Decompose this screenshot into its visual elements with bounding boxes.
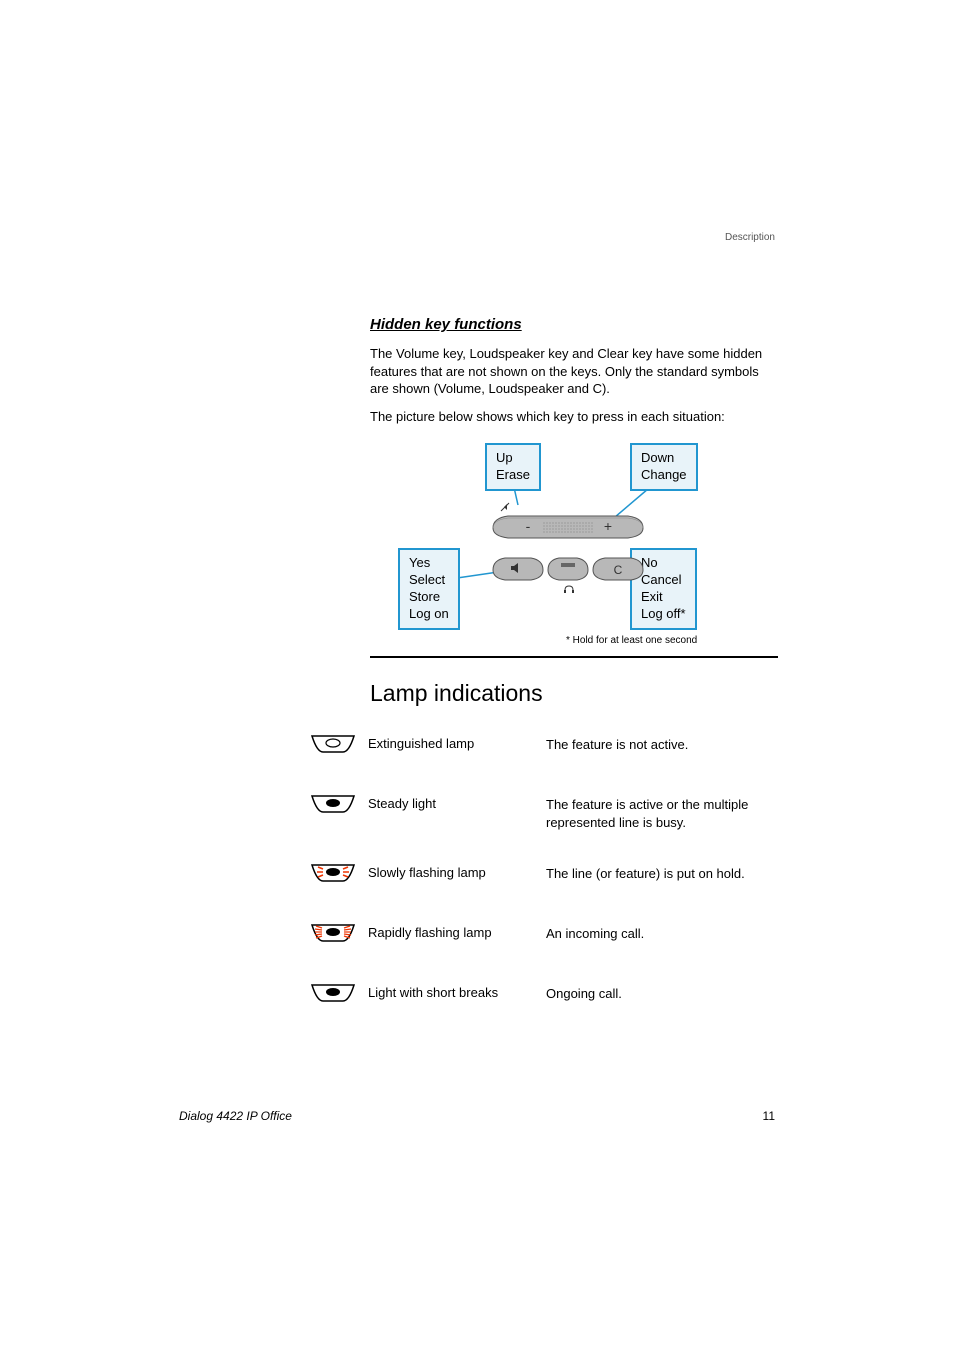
callout-yes-l2: Select (409, 572, 449, 589)
footer-title: Dialog 4422 IP Office (179, 1109, 292, 1123)
lamp-section: Lamp indications (370, 680, 543, 735)
lamp-label: Slowly flashing lamp (368, 863, 546, 880)
lamp-label: Extinguished lamp (368, 734, 546, 751)
page: Description Hidden key functions The Vol… (0, 0, 954, 1351)
lamp-desc: The line (or feature) is put on hold. (546, 863, 778, 883)
callout-no-l4: Log off* (641, 606, 686, 623)
lamp-desc: The feature is active or the multiple re… (546, 794, 778, 831)
phone-key-illustration: - + (483, 498, 653, 598)
hidden-key-title: Hidden key functions (370, 316, 778, 333)
callout-yes-l4: Log on (409, 606, 449, 623)
lamp-row-short-breaks: Light with short breaks Ongoing call. (298, 983, 778, 1011)
lamp-desc: An incoming call. (546, 923, 778, 943)
clear-key-label: C (614, 563, 623, 577)
plus-label: + (604, 518, 612, 534)
lamp-table: Extinguished lamp The feature is not act… (298, 734, 778, 1043)
lamp-label: Rapidly flashing lamp (368, 923, 546, 940)
callout-yes-l3: Store (409, 589, 449, 606)
minus-label: - (526, 518, 531, 534)
key-diagram: Up Erase Down Change Yes Select Store Lo… (398, 443, 758, 653)
lamp-desc: The feature is not active. (546, 734, 778, 754)
headset-icon (564, 586, 574, 593)
lamp-heading: Lamp indications (370, 680, 543, 707)
main-content: Hidden key functions The Volume key, Lou… (370, 316, 778, 653)
page-header: Description (725, 232, 775, 243)
callout-yes-l1: Yes (409, 555, 449, 572)
lamp-icon-extinguished (298, 734, 368, 756)
lamp-row-steady: Steady light The feature is active or th… (298, 794, 778, 831)
lamp-row-extinguished: Extinguished lamp The feature is not act… (298, 734, 778, 762)
section-divider (370, 656, 778, 658)
callout-down-l1: Down (641, 450, 687, 467)
lamp-icon-short-breaks (298, 983, 368, 1005)
page-number: 11 (763, 1109, 775, 1123)
diagram-footnote: * Hold for at least one second (566, 635, 697, 646)
lamp-label: Light with short breaks (368, 983, 546, 1000)
callout-yes: Yes Select Store Log on (398, 548, 460, 630)
callout-down: Down Change (630, 443, 698, 491)
lamp-desc: Ongoing call. (546, 983, 778, 1003)
callout-down-l2: Change (641, 467, 687, 484)
callout-up: Up Erase (485, 443, 541, 491)
lamp-icon-rapid-flash (298, 923, 368, 945)
lamp-row-rapid-flash: Rapidly flashing lamp An incoming call. (298, 923, 778, 951)
page-footer: Dialog 4422 IP Office 11 (179, 1109, 775, 1123)
lamp-icon-steady (298, 794, 368, 816)
callout-up-l1: Up (496, 450, 530, 467)
lamp-label: Steady light (368, 794, 546, 811)
hidden-key-para1: The Volume key, Loudspeaker key and Clea… (370, 345, 778, 398)
lamp-row-slow-flash: Slowly flashing lamp The line (or featur… (298, 863, 778, 891)
callout-up-l2: Erase (496, 467, 530, 484)
lamp-icon-slow-flash (298, 863, 368, 885)
hidden-key-para2: The picture below shows which key to pre… (370, 408, 778, 426)
